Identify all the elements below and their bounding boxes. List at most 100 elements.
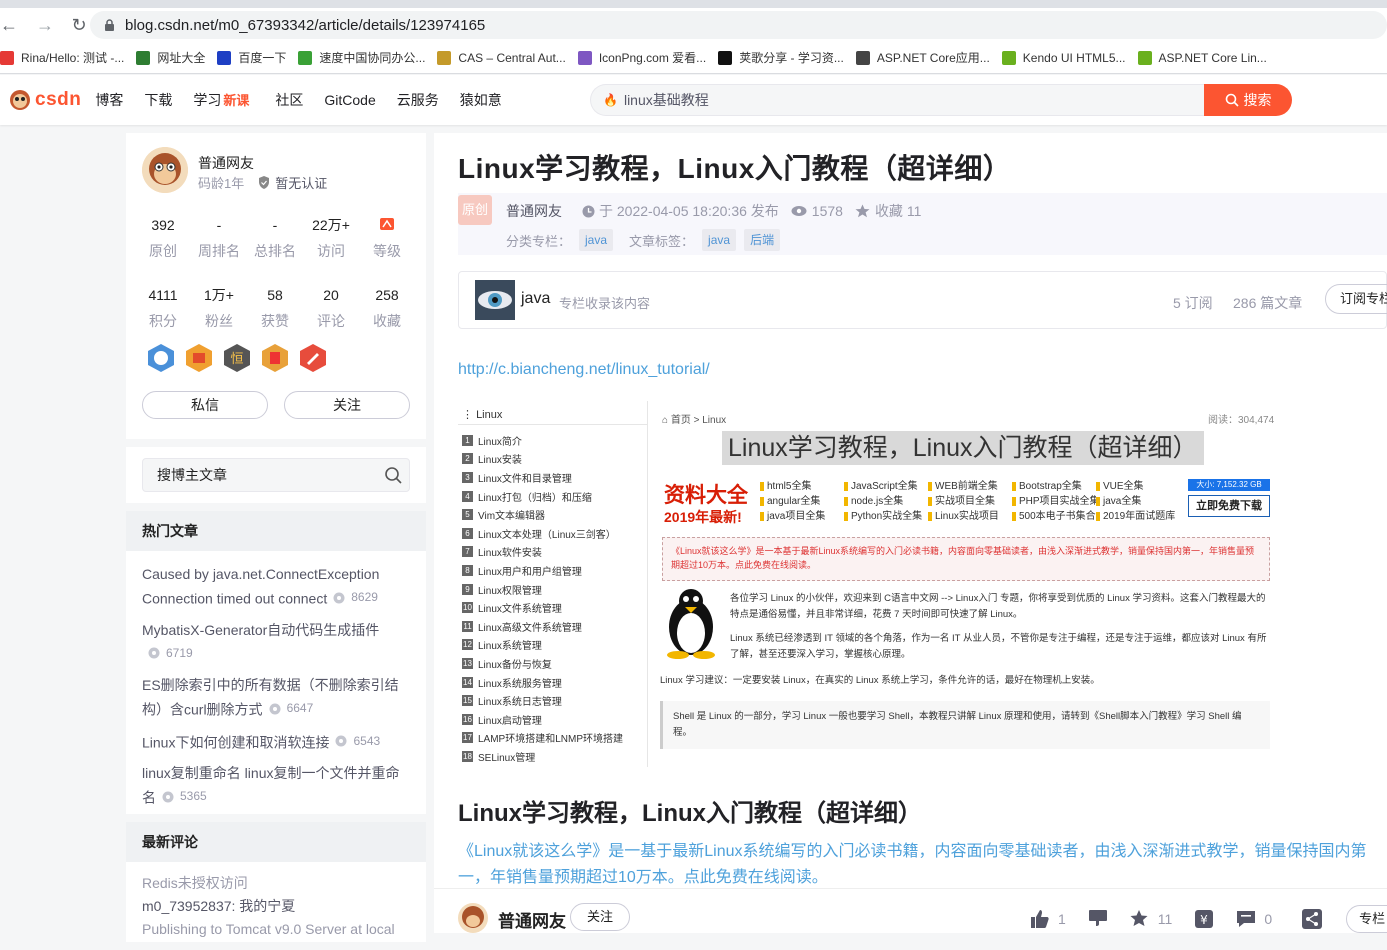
like-button[interactable]: 1 [1030, 909, 1066, 929]
bottom-author[interactable]: 普通网友 [498, 907, 566, 932]
bookmark-item[interactable]: Rina/Hello: 测试 -... [0, 49, 124, 66]
column-name[interactable]: java [521, 290, 550, 308]
ad-item[interactable]: 500本电子书集合 [1012, 509, 1096, 524]
toc-item[interactable]: 10 Linux文件系统管理 [458, 598, 647, 617]
author-avatar[interactable] [458, 903, 488, 933]
bookmark-item[interactable]: ASP.NET Core Lin... [1137, 50, 1267, 65]
column-catalog-button[interactable]: 专栏目 [1346, 905, 1387, 933]
intro-paragraph[interactable]: 《Linux就该这么学》是一基于最新Linux系统编写的入门必读书籍，内容面向零… [458, 839, 1387, 891]
toc-item[interactable]: 6 Linux文本处理（Linux三剑客） [458, 524, 647, 543]
search-button[interactable]: 搜索 [1204, 84, 1292, 116]
toc-item[interactable]: 17 LAMP环境搭建和LNMP环境搭建 [458, 729, 647, 748]
toc-item[interactable]: 14 Linux系统服务管理 [458, 673, 647, 692]
bookmark-item[interactable]: Kendo UI HTML5... [1001, 50, 1126, 65]
stat-item[interactable]: 等级 [359, 215, 415, 261]
tag-java[interactable]: java [702, 229, 737, 251]
column-tag[interactable]: java [579, 229, 614, 251]
toc-item[interactable]: 12 Linux系统管理 [458, 636, 647, 655]
toc-item[interactable]: 4 Linux打包（归档）和压缩 [458, 487, 647, 506]
message-button[interactable]: 私信 [142, 391, 268, 419]
profile-name[interactable]: 普通网友 [198, 153, 254, 173]
share-button[interactable] [1302, 909, 1323, 929]
tag-backend[interactable]: 后端 [744, 229, 781, 251]
ad-item[interactable]: java项目全集 [760, 509, 844, 524]
dislike-button[interactable] [1088, 909, 1108, 929]
comment-article[interactable]: Publishing to Tomcat v9.0 Server at loca… [142, 918, 410, 941]
stat-item[interactable]: 22万+ 访问 [303, 215, 359, 261]
url-field[interactable]: blog.csdn.net/m0_67393342/article/detail… [90, 11, 1387, 39]
nav-download[interactable]: 下载 [144, 90, 172, 110]
ad-download-button[interactable]: 立即免费下载 [1188, 495, 1270, 517]
meta-author[interactable]: 普通网友 [506, 201, 562, 221]
reward-button[interactable]: ¥ [1194, 909, 1214, 929]
toc-item[interactable]: 1 Linux简介 [458, 431, 647, 450]
nav-cloud[interactable]: 云服务 [397, 90, 439, 110]
toc-item[interactable]: 7 Linux软件安装 [458, 543, 647, 562]
blog-search-input[interactable]: 搜博主文章 [142, 458, 410, 492]
comment-article[interactable]: Redis未授权访问 [142, 872, 410, 895]
toc-item[interactable]: 16 Linux启动管理 [458, 710, 647, 729]
ad-item[interactable]: Bootstrap全集 [1012, 479, 1096, 494]
bookmark-item[interactable]: CAS – Central Aut... [437, 50, 566, 65]
nav-yuanruyi[interactable]: 猿如意 [460, 90, 502, 110]
bottom-follow-button[interactable]: 关注 [570, 903, 630, 931]
csdn-logo[interactable]: csdn [8, 89, 81, 111]
hot-article-item[interactable]: linux复制重命名 linux复制一个文件并重命名 5365 [126, 762, 426, 810]
toc-item[interactable]: 11 Linux高级文件系统管理 [458, 617, 647, 636]
bookmark-item[interactable]: 荚歌分享 - 学习资... [718, 49, 844, 66]
stat-item[interactable]: 20 评论 [303, 285, 359, 331]
bookmark-item[interactable]: 百度一下 [217, 49, 286, 66]
collect-count[interactable]: 收藏 11 [875, 201, 921, 221]
hot-article-item[interactable]: Linux下如何创建和取消软连接 6543 [126, 730, 426, 755]
hot-article-item[interactable]: MybatisX-Generator自动代码生成插件 6719 [126, 619, 426, 667]
site-search-input[interactable]: 🔥 linux基础教程 [590, 84, 1204, 116]
toc-item[interactable]: 13 Linux备份与恢复 [458, 654, 647, 673]
ad-item[interactable]: WEB前端全集 [928, 479, 1012, 494]
stat-item[interactable]: - 总排名 [247, 215, 303, 261]
bookmark-item[interactable]: 网址大全 [136, 49, 205, 66]
nav-gitcode[interactable]: GitCode [324, 92, 375, 108]
toc-item[interactable]: 9 Linux权限管理 [458, 580, 647, 599]
stat-item[interactable]: 258 收藏 [359, 285, 415, 331]
toc-item[interactable]: 8 Linux用户和用户组管理 [458, 561, 647, 580]
toc-item[interactable]: 2 Linux安装 [458, 450, 647, 469]
bookmark-item[interactable]: IconPng.com 爱看... [577, 49, 706, 66]
nav-blog[interactable]: 博客 [95, 90, 123, 110]
ad-item[interactable]: Linux实战项目 [928, 509, 1012, 524]
follow-button[interactable]: 关注 [284, 391, 410, 419]
ad-item[interactable]: Python实战全集 [844, 509, 928, 524]
comment-button[interactable]: 0 [1236, 909, 1272, 929]
stat-item[interactable]: 1万+ 粉丝 [191, 285, 247, 331]
ad-item[interactable]: java全集 [1096, 494, 1180, 509]
stat-item[interactable]: - 周排名 [191, 215, 247, 261]
ad-item[interactable]: angular全集 [760, 494, 844, 509]
stat-item[interactable]: 4111 积分 [135, 285, 191, 331]
hot-article-item[interactable]: Caused by java.net.ConnectException Conn… [126, 563, 426, 611]
collect-button[interactable]: 11 [1130, 909, 1172, 929]
column-cover-image[interactable] [475, 280, 515, 320]
hot-article-item[interactable]: ES删除索引中的所有数据（不删除索引结构）含curl删除方式 6647 [126, 674, 426, 722]
ad-item[interactable]: 实战项目全集 [928, 494, 1012, 509]
tutorial-link[interactable]: http://c.biancheng.net/linux_tutorial/ [458, 361, 710, 379]
toc-item[interactable]: 15 Linux系统日志管理 [458, 691, 647, 710]
notice-box[interactable]: 《Linux就该这么学》是一本基于最新Linux系统编写的入门必读书籍，内容面向… [662, 537, 1270, 581]
avatar[interactable] [142, 147, 188, 193]
ad-item[interactable]: JavaScript全集 [844, 479, 928, 494]
toc-item[interactable]: 18 SELinux管理 [458, 747, 647, 766]
bookmark-item[interactable]: 速度中国协同办公... [298, 49, 425, 66]
bookmark-item[interactable]: ASP.NET Core应用... [855, 49, 990, 66]
toc-item[interactable]: 5 Vim文本编辑器 [458, 505, 647, 524]
ad-banner[interactable]: 资料大全 2019年最新! html5全集 JavaScript全集 WEB前端全集… [664, 479, 1272, 529]
ad-item[interactable]: node.js全集 [844, 494, 928, 509]
ad-item[interactable]: VUE全集 [1096, 479, 1180, 494]
nav-learn[interactable]: 学习 新课 [193, 90, 249, 110]
nav-community[interactable]: 社区 [275, 90, 303, 110]
reload-icon[interactable]: ↻ [66, 12, 92, 38]
stat-item[interactable]: 58 获赞 [247, 285, 303, 331]
subscribe-column-button[interactable]: 订阅专栏 [1325, 284, 1387, 314]
toc-item[interactable]: 3 Linux文件和目录管理 [458, 468, 647, 487]
stat-item[interactable]: 392 原创 [135, 215, 191, 261]
forward-icon[interactable]: → [32, 12, 58, 38]
back-icon[interactable]: ← [0, 12, 22, 38]
ad-item[interactable]: html5全集 [760, 479, 844, 494]
